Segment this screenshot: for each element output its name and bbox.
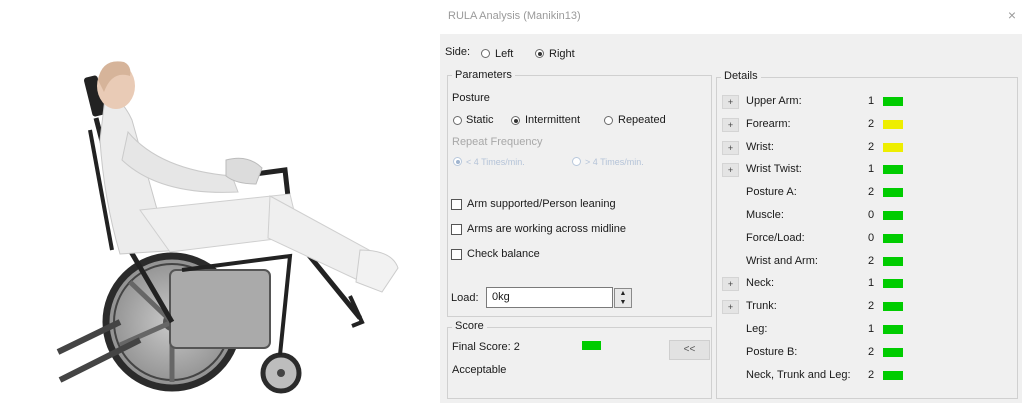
wrist-and-arm-score: 2 (868, 254, 875, 267)
leg-label: Leg: (746, 323, 768, 335)
upper-arm-expand-button[interactable]: + (722, 95, 739, 109)
posture-repeated-label[interactable]: Repeated (618, 114, 666, 126)
arm-supported-checkbox[interactable] (451, 199, 462, 210)
wrist-score-bar (883, 142, 903, 152)
load-label: Load: (451, 292, 479, 304)
wrist-label: Wrist: (746, 140, 774, 153)
posture-repeated-radio[interactable] (604, 116, 613, 125)
forearm-label: Forearm: (746, 117, 791, 130)
spin-down-icon[interactable]: ▼ (615, 298, 631, 307)
neck-label: Neck: (746, 277, 775, 290)
posture-a-label: Posture A: (746, 186, 797, 199)
repeat-less-label[interactable]: < 4 Times/min. (466, 157, 525, 167)
repeat-more-label[interactable]: > 4 Times/min. (585, 157, 644, 167)
load-spinner[interactable]: ▲ ▼ (614, 288, 632, 308)
wrist-score: 2 (868, 140, 875, 153)
wrist-expand-button[interactable]: + (722, 140, 739, 155)
force-load-score-bar (883, 233, 903, 243)
trunk-score-bar (883, 302, 903, 312)
wrist-twist-expand-button[interactable]: + (722, 163, 739, 178)
wrist-and-arm-score-bar (883, 256, 903, 266)
score-group (447, 327, 712, 399)
posture-a-score: 2 (868, 186, 875, 199)
upper-arm-score: 1 (868, 95, 875, 107)
parameters-title: Parameters (452, 69, 515, 81)
trunk-expand-button[interactable]: + (722, 300, 739, 315)
final-score-bar (582, 341, 601, 350)
force-load-label: Force/Load: (746, 231, 805, 244)
forearm-expand-button[interactable]: + (722, 117, 739, 132)
repeat-less-radio[interactable] (453, 157, 462, 166)
posture-static-label[interactable]: Static (466, 114, 494, 126)
neck-score: 1 (868, 277, 875, 290)
load-input[interactable]: 0kg (486, 287, 613, 308)
repeat-more-radio[interactable] (572, 157, 581, 166)
check-balance-label[interactable]: Check balance (467, 248, 540, 260)
posture-b-score: 2 (868, 345, 875, 358)
wrist-twist-label: Wrist Twist: (746, 163, 802, 176)
trunk-score: 2 (868, 300, 875, 313)
trunk-label: Trunk: (746, 300, 777, 313)
posture-static-radio[interactable] (453, 116, 462, 125)
neck-trunk-and-leg-label: Neck, Trunk and Leg: (746, 368, 851, 381)
side-right-radio[interactable] (535, 49, 544, 58)
arm-supported-label[interactable]: Arm supported/Person leaning (467, 198, 616, 210)
neck-trunk-and-leg-score-bar (883, 370, 903, 380)
manikin-wheelchair-illustration (56, 61, 399, 394)
muscle-score: 0 (868, 209, 875, 221)
final-score-label: Final Score: 2 (452, 341, 520, 353)
posture-a-score-bar (883, 188, 903, 198)
muscle-score-bar (883, 211, 903, 220)
upper-arm-label: Upper Arm: (746, 95, 802, 107)
load-value: 0kg (492, 291, 510, 303)
side-left-label[interactable]: Left (495, 48, 513, 60)
neck-score-bar (883, 279, 903, 289)
arms-midline-label[interactable]: Arms are working across midline (467, 223, 626, 235)
repeat-frequency-label: Repeat Frequency (452, 136, 543, 148)
posture-intermittent-radio[interactable] (511, 116, 520, 125)
neck-expand-button[interactable]: + (722, 277, 739, 292)
check-balance-checkbox[interactable] (451, 249, 462, 260)
score-title: Score (452, 320, 487, 332)
posture-intermittent-label[interactable]: Intermittent (525, 114, 580, 126)
forearm-score-bar (883, 119, 903, 129)
force-load-score: 0 (868, 231, 875, 244)
side-label: Side: (445, 46, 471, 58)
collapse-details-button[interactable]: << (669, 340, 710, 360)
leg-score: 1 (868, 323, 875, 335)
wrist-twist-score: 1 (868, 163, 875, 176)
manikin-viewport[interactable] (0, 0, 440, 403)
neck-trunk-and-leg-score: 2 (868, 368, 875, 381)
side-left-radio[interactable] (481, 49, 490, 58)
details-title: Details (721, 70, 761, 82)
spin-up-icon[interactable]: ▲ (615, 289, 631, 298)
arms-midline-checkbox[interactable] (451, 224, 462, 235)
upper-arm-score-bar (883, 97, 903, 106)
dialog-title: RULA Analysis (Manikin13) (448, 10, 581, 22)
posture-b-label: Posture B: (746, 345, 798, 358)
muscle-label: Muscle: (746, 209, 784, 221)
wrist-twist-score-bar (883, 165, 903, 175)
forearm-score: 2 (868, 117, 875, 130)
wrist-and-arm-label: Wrist and Arm: (746, 254, 818, 267)
side-right-label[interactable]: Right (549, 48, 575, 60)
title-bar: RULA Analysis (Manikin13) × (440, 0, 1022, 34)
parameters-group (447, 75, 712, 317)
score-status: Acceptable (452, 364, 507, 376)
posture-label: Posture (452, 92, 490, 104)
leg-score-bar (883, 325, 903, 334)
posture-b-score-bar (883, 347, 903, 357)
close-icon[interactable]: × (1008, 7, 1016, 23)
